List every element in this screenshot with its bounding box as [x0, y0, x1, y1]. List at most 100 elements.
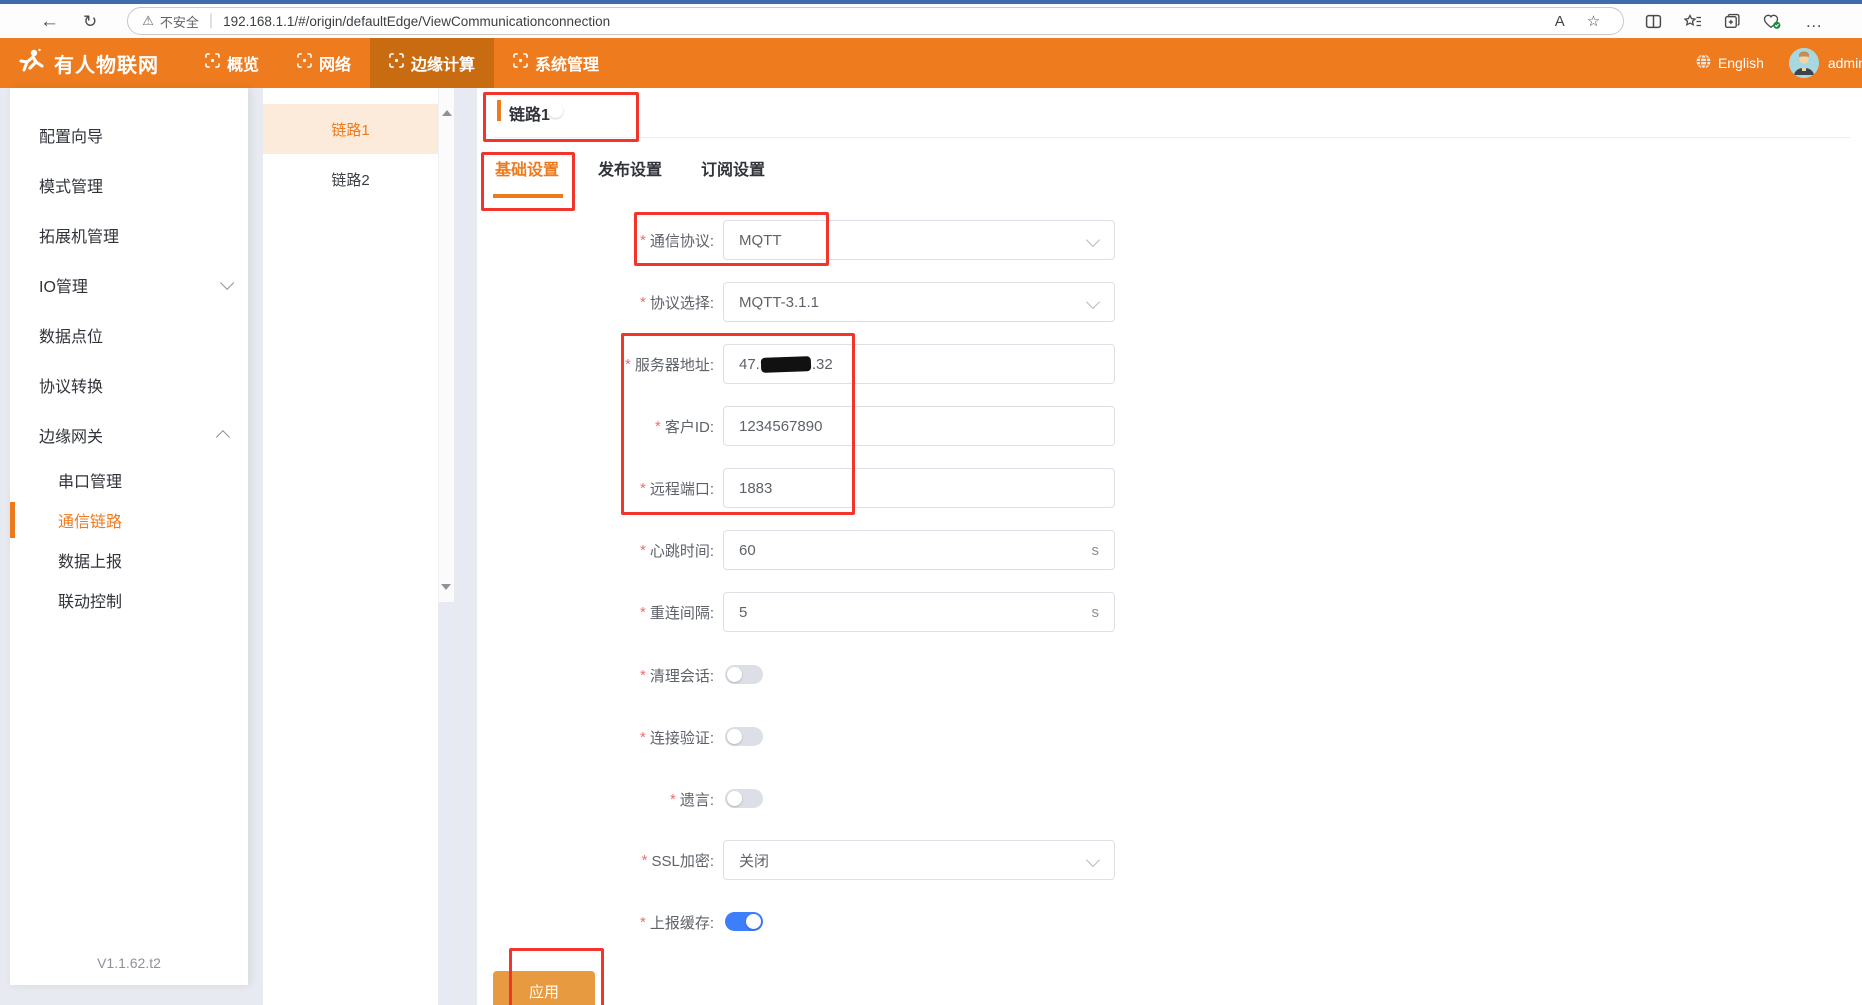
refresh-icon[interactable]: ↻ [71, 13, 109, 30]
required-asterisk: * [642, 852, 648, 869]
field-label: 协议选择: [650, 292, 714, 313]
nav-tab-edge-computing[interactable]: 边缘计算 [370, 38, 494, 88]
required-asterisk: * [670, 791, 676, 808]
address-separator: | [209, 12, 213, 30]
scan-dot-icon [205, 53, 220, 73]
form-row-report-cache: *上报缓存: [477, 902, 1677, 942]
header-divider [493, 137, 1850, 138]
scroll-up-icon[interactable] [442, 110, 452, 116]
split-screen-icon[interactable] [1634, 13, 1673, 30]
required-asterisk: * [640, 294, 646, 311]
chevron-down-icon [220, 276, 234, 290]
required-asterisk: * [640, 232, 646, 249]
username-label: admin [1828, 55, 1862, 71]
scroll-down-icon[interactable] [441, 584, 451, 590]
remote-port-input[interactable]: 1883 [723, 468, 1115, 508]
field-label: 遗言: [680, 789, 714, 810]
links-list-panel: 链路1 链路2 [263, 88, 438, 1005]
nav-tab-overview[interactable]: 概览 [186, 38, 278, 88]
connection-auth-toggle[interactable] [725, 727, 763, 746]
read-aloud-icon[interactable]: A [1546, 14, 1574, 29]
collections-add-icon[interactable] [1713, 13, 1752, 30]
last-will-toggle[interactable] [725, 789, 763, 808]
required-asterisk: * [640, 914, 646, 931]
back-icon[interactable]: ← [28, 12, 71, 31]
url-text[interactable]: 192.168.1.1/#/origin/defaultEdge/ViewCom… [223, 14, 1546, 29]
active-indicator-bar [10, 502, 15, 538]
tab-publish-settings[interactable]: 发布设置 [598, 156, 662, 202]
form-row-ssl: *SSL加密: 关闭 [477, 840, 1677, 880]
browser-essentials-icon[interactable] [1752, 13, 1793, 30]
security-label: 不安全 [160, 12, 199, 31]
communication-protocol-select[interactable]: MQTT [723, 220, 1115, 260]
field-label: 心跳时间: [650, 540, 714, 561]
form-row-client-id: *客户ID: 1234567890 [477, 406, 1677, 446]
settings-more-icon[interactable]: … [1793, 13, 1834, 30]
unit-label: s [1092, 542, 1100, 559]
clean-session-toggle[interactable] [725, 665, 763, 684]
globe-icon [1695, 53, 1712, 73]
required-asterisk: * [640, 667, 646, 684]
title-accent-bar [497, 100, 501, 121]
apply-button[interactable]: 应用 [493, 971, 595, 1005]
form-row-reconnect-interval: *重连间隔: 5s [477, 592, 1677, 632]
reconnect-interval-input[interactable]: 5s [723, 592, 1115, 632]
required-asterisk: * [640, 604, 646, 621]
form-row-connection-auth: *连接验证: [477, 717, 1677, 757]
field-label: 服务器地址: [635, 354, 714, 375]
report-cache-toggle[interactable] [725, 912, 763, 931]
list-item-link2[interactable]: 链路2 [263, 154, 438, 204]
address-bar[interactable]: ⚠ 不安全 | 192.168.1.1/#/origin/defaultEdge… [127, 7, 1624, 35]
nav-tab-system-management[interactable]: 系统管理 [494, 38, 618, 88]
field-label: 上报缓存: [650, 912, 714, 933]
sidebar-item-mode-management[interactable]: 模式管理 [10, 160, 248, 210]
sidebar-item-data-reporting[interactable]: 数据上报 [10, 540, 248, 580]
chevron-down-icon [1086, 233, 1100, 247]
unit-label: s [1092, 604, 1100, 621]
sidebar-item-linkage-control[interactable]: 联动控制 [10, 580, 248, 620]
favorites-bar-icon[interactable] [1673, 13, 1713, 30]
required-asterisk: * [640, 542, 646, 559]
warning-triangle-icon: ⚠ [142, 13, 154, 29]
sidebar-item-io-management[interactable]: IO管理 [10, 260, 248, 310]
nav-tab-network[interactable]: 网络 [278, 38, 370, 88]
app-root: ← ↻ ⚠ 不安全 | 192.168.1.1/#/origin/default… [0, 0, 1862, 1005]
tab-basic-settings[interactable]: 基础设置 [495, 156, 559, 202]
ssl-encryption-select[interactable]: 关闭 [723, 840, 1115, 880]
list-item-link1[interactable]: 链路1 [263, 104, 438, 154]
required-asterisk: * [640, 480, 646, 497]
favorite-star-icon[interactable]: ☆ [1578, 14, 1609, 29]
chevron-down-icon [1086, 295, 1100, 309]
sidebar: 配置向导 模式管理 拓展机管理 IO管理 数据点位 协议转换 边缘网关 串口管理… [10, 88, 248, 985]
brand-logo: 有人物联网 [16, 46, 184, 81]
form-row-clean-session: *清理会话: [477, 655, 1677, 695]
sidebar-item-communication-link[interactable]: 通信链路 [10, 500, 248, 540]
form-row-server-address: *服务器地址: 47..32 [477, 344, 1677, 384]
form-row-remote-port: *远程端口: 1883 [477, 468, 1677, 508]
required-asterisk: * [625, 356, 631, 373]
sidebar-item-serial-management[interactable]: 串口管理 [10, 460, 248, 500]
chevron-up-icon [216, 430, 230, 444]
sidebar-item-data-points[interactable]: 数据点位 [10, 310, 248, 360]
sidebar-item-config-wizard[interactable]: 配置向导 [10, 110, 248, 160]
required-asterisk: * [640, 729, 646, 746]
redaction-scribble [761, 356, 811, 373]
sidebar-item-protocol-conversion[interactable]: 协议转换 [10, 360, 248, 410]
tab-subscribe-settings[interactable]: 订阅设置 [701, 156, 765, 202]
form-row-last-will: *遗言: [477, 779, 1677, 819]
field-label: SSL加密: [651, 850, 714, 871]
server-address-input[interactable]: 47..32 [723, 344, 1115, 384]
firmware-version: V1.1.62.t2 [10, 955, 248, 971]
avatar[interactable] [1789, 48, 1819, 78]
links-scrollbar[interactable] [438, 88, 454, 602]
main-content: 链路1 基础设置 发布设置 订阅设置 *通信协议: MQTT *协议选择: MQ… [477, 88, 1862, 1005]
protocol-version-select[interactable]: MQTT-3.1.1 [723, 282, 1115, 322]
page-title: 链路1 [509, 101, 550, 125]
language-switcher[interactable]: English [1695, 53, 1764, 73]
heartbeat-time-input[interactable]: 60s [723, 530, 1115, 570]
settings-tabs: 基础设置 发布设置 订阅设置 [495, 156, 765, 202]
active-tab-underline [493, 194, 563, 198]
sidebar-item-expansion-management[interactable]: 拓展机管理 [10, 210, 248, 260]
sidebar-item-edge-gateway[interactable]: 边缘网关 [10, 410, 248, 460]
client-id-input[interactable]: 1234567890 [723, 406, 1115, 446]
